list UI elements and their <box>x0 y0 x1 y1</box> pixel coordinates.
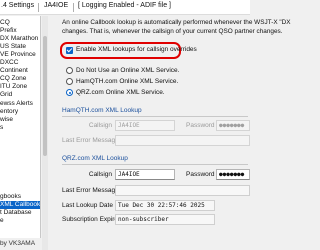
radio-hamqth-label[interactable]: HamQTH.com Online XML Service. <box>76 78 178 85</box>
enable-xml-lookups-checkbox[interactable] <box>66 47 73 54</box>
nav-item-dx-marathon[interactable]: DX Marathon <box>0 35 38 43</box>
nav-item-grid[interactable]: Grid <box>0 91 12 99</box>
nav-scrollbar[interactable] <box>42 16 48 250</box>
nav-item-s[interactable]: s <box>0 124 3 132</box>
nav-item-dxcc[interactable]: DXCC <box>0 59 18 67</box>
hamqth-password-label: Password <box>186 122 215 129</box>
qrz-group-divider <box>62 164 248 165</box>
nav-item-database[interactable]: t Database <box>0 209 31 217</box>
nav-item-wise[interactable]: wise <box>0 116 13 124</box>
radio-qrz-label[interactable]: QRZ.com Online XML Service. <box>76 89 165 96</box>
title-bar: .4 Settings JA4IOE [ Logging Enabled - A… <box>0 0 250 15</box>
nav-item-ve-province[interactable]: VE Province <box>0 51 36 59</box>
enable-xml-lookups-label[interactable]: Enable XML lookups for callsign override… <box>76 46 197 53</box>
nav-item-continent[interactable]: Continent <box>0 67 28 75</box>
title-separator <box>38 3 39 12</box>
nav-item-logbooks[interactable]: gbooks <box>0 193 21 201</box>
qrz-subscription-field: non-subscriber <box>115 214 215 225</box>
qrz-password-field[interactable]: ●●●●●●● <box>216 169 250 180</box>
qrz-last-error-field <box>115 185 250 196</box>
radio-no-service-label[interactable]: Do Not Use an Online XML Service. <box>76 67 179 74</box>
hamqth-group-title: HamQTH.com XML Lookup <box>62 107 142 114</box>
nav-item-itu-zone[interactable]: ITU Zone <box>0 83 27 91</box>
description-line: An online Callbook lookup is automatical… <box>62 19 291 26</box>
qrz-last-lookup-field: Tue Dec 30 22:57:46 2025 <box>115 200 215 211</box>
hamqth-callsign-label: Callsign <box>88 122 112 129</box>
nav-item-inventory[interactable]: entory <box>0 108 18 116</box>
qrz-subscription-label: Subscription Expires <box>62 216 122 223</box>
nav-item-alerts[interactable]: ewss Alerts <box>0 100 33 108</box>
nav-item-e[interactable]: e <box>0 217 4 225</box>
hamqth-callsign-field[interactable]: JA4IOE <box>115 120 175 131</box>
title-log-status: [ Logging Enabled - ADIF file ] <box>78 2 171 9</box>
hamqth-last-error-label: Last Error Message <box>62 137 119 144</box>
qrz-callsign-field[interactable]: JA4IOE <box>115 169 175 180</box>
title-separator <box>73 3 74 12</box>
qrz-last-error-label: Last Error Message <box>62 187 119 194</box>
qrz-password-label: Password <box>186 171 215 178</box>
qrz-callsign-label: Callsign <box>88 171 112 178</box>
radio-hamqth[interactable] <box>66 78 73 85</box>
title-callsign: JA4IOE <box>44 2 69 9</box>
window-title: .4 Settings <box>1 2 35 9</box>
qrz-last-lookup-label: Last Lookup Date <box>62 202 113 209</box>
nav-item-prefix[interactable]: Prefix <box>0 27 17 35</box>
hamqth-last-error-field <box>115 135 250 146</box>
nav-item-us-state[interactable]: US State <box>0 43 26 51</box>
hamqth-password-field[interactable]: ●●●●●●● <box>216 120 250 131</box>
radio-qrz[interactable] <box>66 89 73 96</box>
description-text: An online Callbook lookup is automatical… <box>62 18 291 36</box>
scrollbar-thumb[interactable] <box>43 36 47 156</box>
radio-no-service[interactable] <box>66 67 73 74</box>
hamqth-group-divider <box>62 116 248 117</box>
nav-item-cq[interactable]: CQ <box>0 19 10 27</box>
description-line: changes. That is, whenever the callsign … <box>62 28 283 35</box>
nav-item-xml-callbook[interactable]: XML Callbook <box>0 201 40 209</box>
qrz-group-title: QRZ.com XML Lookup <box>62 155 128 162</box>
settings-nav-list[interactable]: CQ Prefix DX Marathon US State VE Provin… <box>0 16 41 250</box>
author-credit: by VK3AMA <box>0 238 41 250</box>
nav-item-cq-zone[interactable]: CQ Zone <box>0 75 26 83</box>
